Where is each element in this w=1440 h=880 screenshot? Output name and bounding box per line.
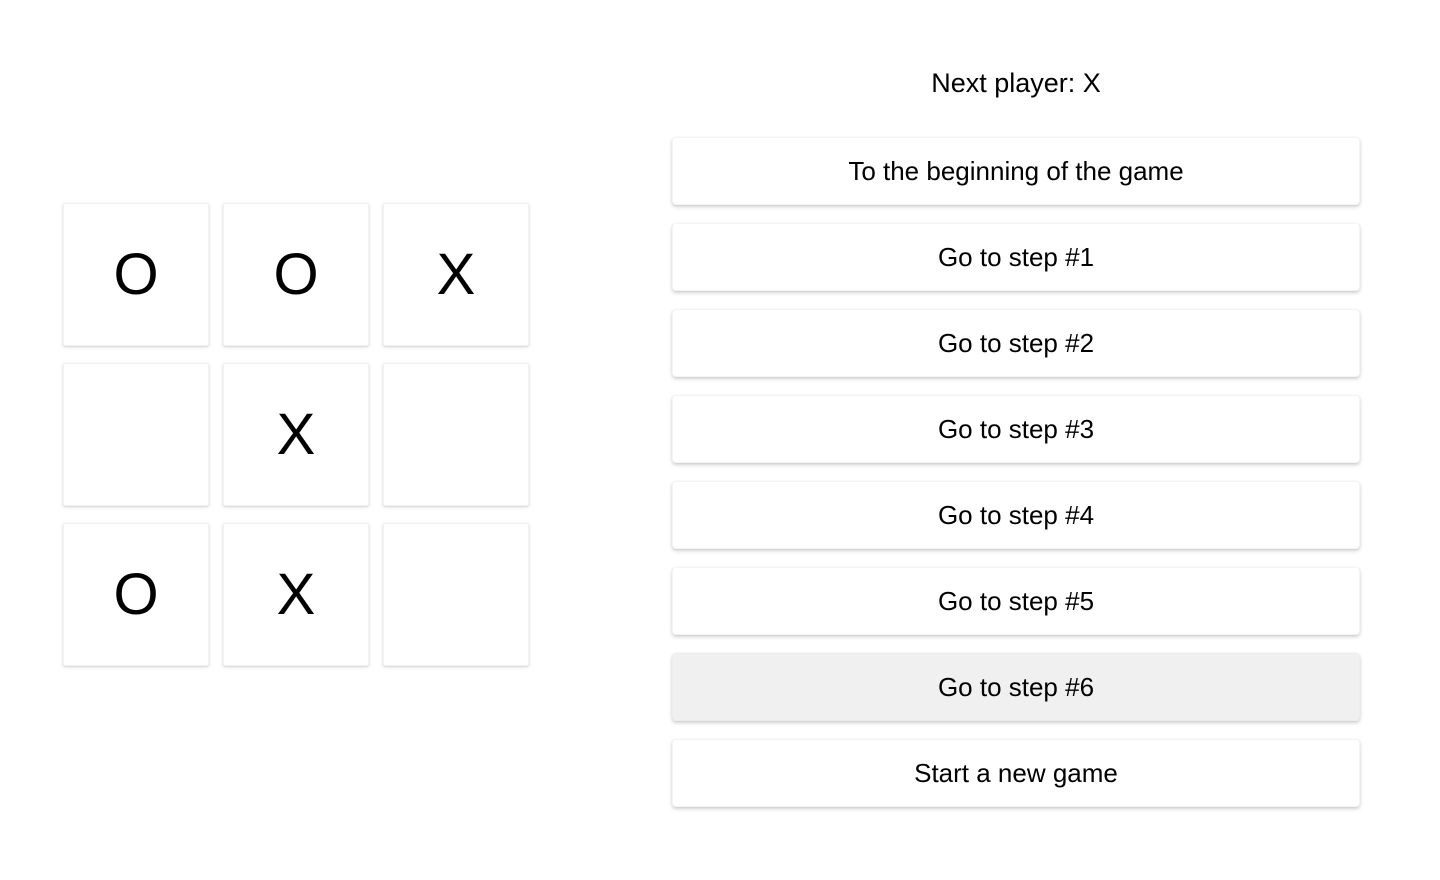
move-list-item-5: Go to step #5 [672, 567, 1360, 635]
game-status: Next player: X [931, 68, 1101, 98]
square-3[interactable] [63, 363, 209, 506]
move-list-item-6: Go to step #6 [672, 653, 1360, 721]
square-6[interactable]: O [63, 523, 209, 666]
move-button-step-6[interactable]: Go to step #6 [672, 653, 1360, 721]
board-row-2: O X [63, 523, 529, 666]
move-list-item-2: Go to step #2 [672, 309, 1360, 377]
square-4[interactable]: X [223, 363, 369, 506]
move-button-beginning[interactable]: To the beginning of the game [672, 137, 1360, 205]
move-button-step-2[interactable]: Go to step #2 [672, 309, 1360, 377]
move-button-step-5[interactable]: Go to step #5 [672, 567, 1360, 635]
board-row-0: O O X [63, 203, 529, 346]
move-button-new-game[interactable]: Start a new game [672, 739, 1360, 807]
square-2[interactable]: X [383, 203, 529, 346]
move-history-list: To the beginning of the game Go to step … [672, 137, 1360, 807]
move-list-item-7: Start a new game [672, 739, 1360, 807]
move-button-step-4[interactable]: Go to step #4 [672, 481, 1360, 549]
move-list-item-1: Go to step #1 [672, 223, 1360, 291]
square-7[interactable]: X [223, 523, 369, 666]
game-info-panel: Next player: X To the beginning of the g… [672, 64, 1360, 807]
move-list-item-3: Go to step #3 [672, 395, 1360, 463]
square-8[interactable] [383, 523, 529, 666]
board-row-1: X [63, 363, 529, 506]
square-0[interactable]: O [63, 203, 209, 346]
move-list-item-4: Go to step #4 [672, 481, 1360, 549]
game-board: O O X X O X [63, 203, 529, 666]
move-button-step-3[interactable]: Go to step #3 [672, 395, 1360, 463]
square-1[interactable]: O [223, 203, 369, 346]
square-5[interactable] [383, 363, 529, 506]
tic-tac-toe-game: O O X X O X Next player: X To the beginn… [0, 0, 1440, 880]
move-button-step-1[interactable]: Go to step #1 [672, 223, 1360, 291]
move-list-item-0: To the beginning of the game [672, 137, 1360, 205]
